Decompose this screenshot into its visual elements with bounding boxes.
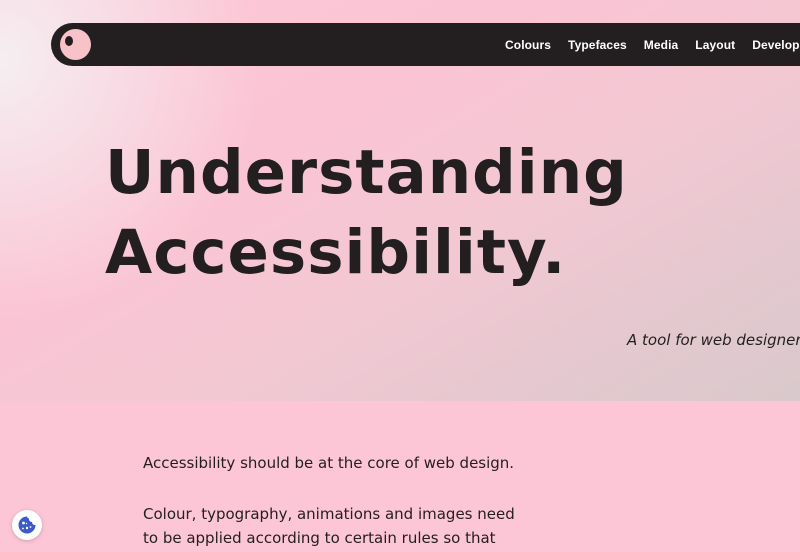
- intro-paragraph-2-line-1: Colour, typography, animations and image…: [143, 505, 515, 523]
- eye-logo-icon: [65, 36, 73, 46]
- nav-link-media[interactable]: Media: [644, 38, 679, 52]
- intro-content: Accessibility should be at the core of w…: [143, 451, 543, 550]
- intro-paragraph-2-line-2: to be applied according to certain rules…: [143, 529, 496, 547]
- nav-link-typefaces[interactable]: Typefaces: [568, 38, 627, 52]
- cookie-icon: [18, 516, 36, 534]
- nav-link-development[interactable]: Development: [752, 38, 800, 52]
- hero-section: Colours Typefaces Media Layout Developme…: [0, 0, 800, 401]
- page-title: Understanding Accessibility.: [105, 133, 628, 293]
- cookie-settings-button[interactable]: [12, 510, 42, 540]
- top-navigation-bar: Colours Typefaces Media Layout Developme…: [51, 23, 800, 66]
- nav-link-colours[interactable]: Colours: [505, 38, 551, 52]
- intro-paragraph-2: Colour, typography, animations and image…: [143, 502, 543, 550]
- page-title-line-1: Understanding: [105, 137, 628, 208]
- intro-paragraph-1: Accessibility should be at the core of w…: [143, 454, 515, 472]
- hero-tagline: A tool for web designers: [627, 331, 800, 349]
- page-title-line-2: Accessibility.: [105, 217, 567, 288]
- home-logo[interactable]: [60, 29, 91, 60]
- nav-link-layout[interactable]: Layout: [695, 38, 735, 52]
- nav-links: Colours Typefaces Media Layout Developme…: [505, 23, 800, 66]
